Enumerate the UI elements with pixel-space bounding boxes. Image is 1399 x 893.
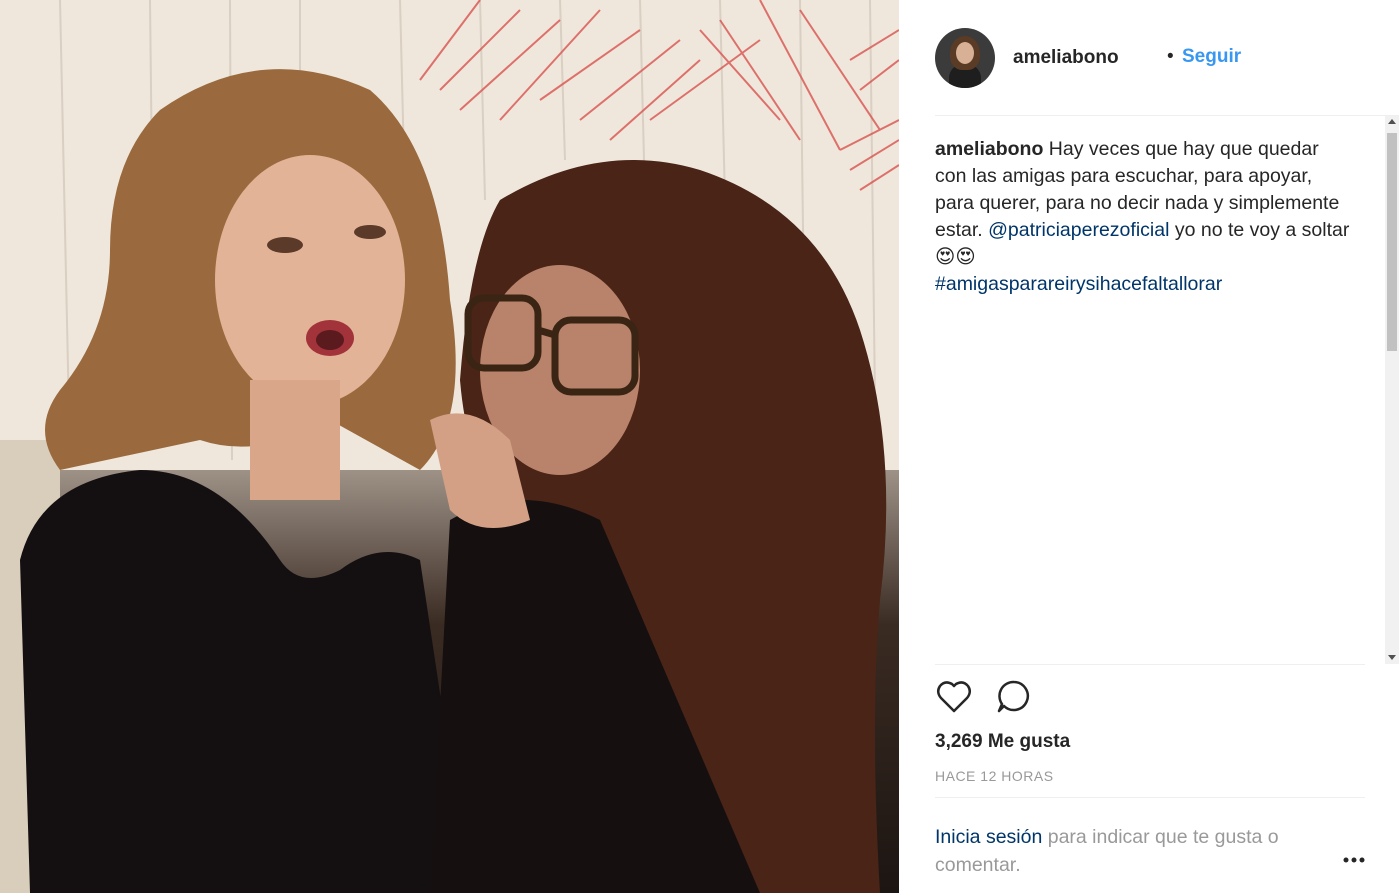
heart-icon xyxy=(937,681,971,713)
login-prompt: Inicia sesión para indicar que te gusta … xyxy=(935,823,1335,879)
post-timestamp: HACE 12 HORAS xyxy=(935,768,1054,784)
photo-illustration xyxy=(0,0,899,893)
more-options-button[interactable] xyxy=(1341,850,1367,870)
post-photo xyxy=(0,0,899,893)
scrollbar-thumb[interactable] xyxy=(1387,133,1397,351)
scroll-up-arrow-icon[interactable] xyxy=(1388,119,1396,124)
login-link[interactable]: Inicia sesión xyxy=(935,826,1042,848)
divider xyxy=(935,797,1365,798)
caption-mention[interactable]: @patriciaperezoficial xyxy=(988,219,1169,241)
header-separator: • xyxy=(1167,46,1174,67)
divider xyxy=(935,664,1365,665)
post-actions xyxy=(935,678,1135,718)
like-button[interactable] xyxy=(935,678,973,716)
scroll-down-arrow-icon[interactable] xyxy=(1388,655,1396,660)
comment-button[interactable] xyxy=(995,678,1033,716)
caption-hashtag[interactable]: #amigasparareirysihacefaltallorar xyxy=(935,273,1222,295)
follow-button[interactable]: Seguir xyxy=(1182,46,1241,68)
avatar[interactable] xyxy=(935,28,995,88)
comments-scrollbar[interactable] xyxy=(1385,116,1399,664)
post-header: ameliabono • Seguir xyxy=(935,0,1399,116)
post-sidebar: ameliabono • Seguir ameliabono Hay veces… xyxy=(899,0,1399,893)
post-caption: ameliabono Hay veces que hay que quedar … xyxy=(935,136,1355,298)
like-count[interactable]: 3,269 Me gusta xyxy=(935,731,1070,753)
comment-icon xyxy=(997,680,1030,713)
more-options-icon xyxy=(1343,857,1365,863)
caption-username[interactable]: ameliabono xyxy=(935,138,1043,160)
header-username[interactable]: ameliabono xyxy=(1013,47,1119,69)
